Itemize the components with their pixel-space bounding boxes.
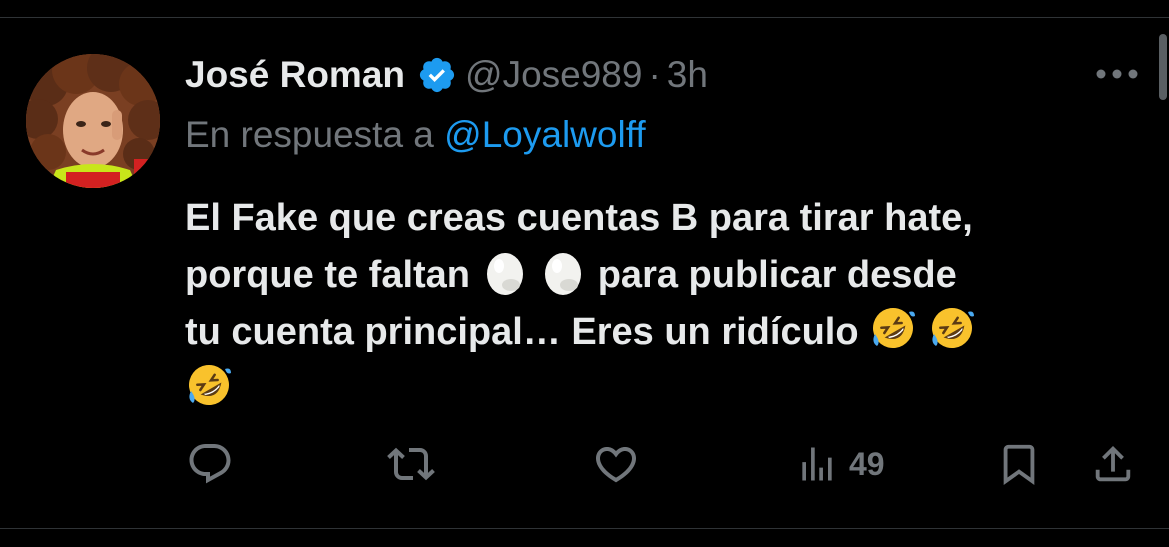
- reply-context: En respuesta a @Loyalwolff: [185, 112, 646, 158]
- avatar[interactable]: [26, 54, 160, 188]
- display-name[interactable]: José Roman: [185, 52, 405, 98]
- bookmark-icon: [1003, 444, 1035, 485]
- tweet-header: José Roman @Jose989 · 3h: [185, 52, 708, 98]
- like-icon: [595, 447, 637, 483]
- rolling-laughing-emoji-icon: [185, 361, 233, 426]
- views-button[interactable]: 49: [795, 440, 885, 488]
- timestamp[interactable]: 3h: [667, 52, 708, 98]
- scrollbar-thumb[interactable]: [1159, 34, 1167, 100]
- tweet-text-segment: para publicar desde: [597, 254, 957, 296]
- more-icon: [1096, 69, 1138, 79]
- bookmark-button[interactable]: [996, 440, 1042, 488]
- verified-badge-icon: [417, 55, 457, 95]
- like-button[interactable]: [592, 440, 640, 488]
- avatar-image: [26, 54, 160, 188]
- rolling-laughing-emoji-icon: [928, 304, 976, 369]
- retweet-button[interactable]: [386, 440, 436, 488]
- separator-dot: ·: [648, 54, 661, 95]
- tweet-text-segment: tu cuenta principal… Eres un ridículo: [185, 311, 859, 353]
- tweet-text: El Fake que creas cuentas B para tirar h…: [185, 190, 1135, 418]
- handle[interactable]: @Jose989: [465, 52, 642, 98]
- views-icon: [802, 447, 832, 481]
- bottom-divider: [0, 528, 1169, 529]
- egg-emoji-icon: [481, 247, 529, 312]
- reply-prefix: En respuesta a: [185, 114, 434, 155]
- views-count: 49: [849, 446, 885, 482]
- retweet-icon: [387, 447, 435, 481]
- reply-mention-link[interactable]: @Loyalwolff: [444, 114, 645, 155]
- tweet-text-line-4: [185, 361, 1135, 418]
- share-button[interactable]: [1090, 440, 1136, 488]
- rolling-laughing-emoji-icon: [869, 304, 917, 369]
- tweet-text-line-2: porque te faltan para publicar desde: [185, 247, 1135, 304]
- tweet-text-segment: porque te faltan: [185, 254, 471, 296]
- egg-emoji-icon: [539, 247, 587, 312]
- tweet-text-line-3: tu cuenta principal… Eres un ridículo: [185, 304, 1135, 361]
- top-divider: [0, 17, 1169, 18]
- share-icon: [1095, 445, 1131, 482]
- more-options-button[interactable]: [1092, 56, 1142, 92]
- tweet-text-line-1: El Fake que creas cuentas B para tirar h…: [185, 197, 973, 239]
- reply-icon: [189, 444, 231, 484]
- reply-button[interactable]: [186, 440, 234, 488]
